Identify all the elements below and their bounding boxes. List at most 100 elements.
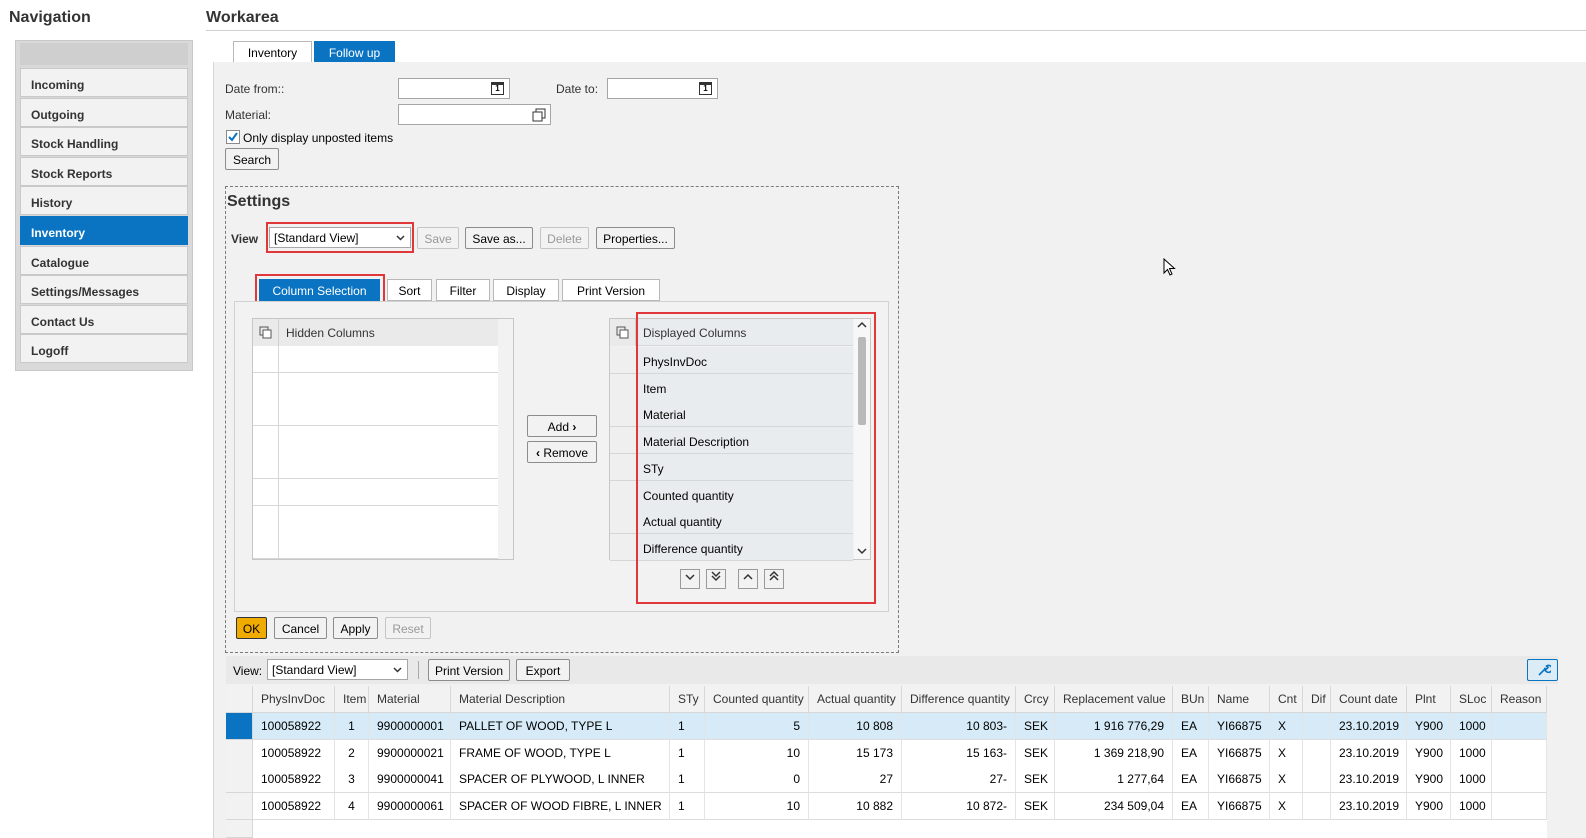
column-header[interactable]: Count date (1331, 686, 1407, 713)
hidden-column-row[interactable] (279, 479, 498, 506)
table-header-selector[interactable] (226, 686, 253, 713)
table-settings-button[interactable] (1527, 659, 1558, 681)
table-cell: 1 277,64 (1055, 766, 1173, 794)
column-header[interactable]: Name (1209, 686, 1270, 713)
table-cell (1303, 713, 1331, 740)
column-header[interactable]: Plnt (1407, 686, 1451, 713)
hidden-column-row[interactable] (279, 346, 498, 373)
date-to-label: Date to: (556, 82, 599, 96)
column-header[interactable]: STy (670, 686, 705, 713)
row-selector[interactable] (226, 739, 253, 767)
hidden-column-row[interactable] (279, 452, 498, 480)
column-header[interactable]: Reason (1492, 686, 1547, 713)
column-header[interactable]: Item (335, 686, 369, 713)
table-cell: 23.10.2019 (1331, 713, 1407, 740)
tab-follow-up[interactable]: Follow up (314, 41, 395, 63)
table-view-select[interactable]: [Standard View] (267, 659, 408, 680)
cancel-button[interactable]: Cancel (274, 617, 327, 639)
save-button[interactable]: Save (417, 227, 459, 249)
hidden-row-selector[interactable] (253, 532, 279, 560)
displayed-row-selector[interactable] (610, 347, 636, 374)
hidden-row-selector[interactable] (253, 452, 279, 480)
hidden-row-selector[interactable] (253, 505, 279, 533)
hidden-column-row[interactable] (279, 425, 498, 453)
ok-button[interactable]: OK (236, 617, 267, 639)
material-input[interactable] (398, 104, 551, 125)
hidden-column-row[interactable] (279, 532, 498, 560)
hidden-column-row[interactable] (279, 399, 498, 427)
tab-sort[interactable]: Sort (387, 279, 432, 301)
sidebar-item-contact-us[interactable]: Contact Us (20, 304, 188, 334)
print-version-button[interactable]: Print Version (428, 659, 510, 681)
sidebar-item-history[interactable]: History (20, 186, 188, 216)
table-cell (1303, 792, 1331, 820)
sidebar-item-catalogue[interactable]: Catalogue (20, 245, 188, 275)
calendar-icon[interactable]: 1 (699, 82, 712, 95)
tab-inventory[interactable]: Inventory (233, 41, 312, 63)
column-header[interactable]: Actual quantity (809, 686, 902, 713)
row-selector[interactable] (226, 792, 253, 820)
displayed-row-selector[interactable] (610, 507, 636, 535)
hidden-row-selector[interactable] (253, 399, 279, 427)
displayed-row-selector[interactable] (610, 533, 636, 561)
row-selector[interactable] (226, 820, 253, 838)
tab-print-version[interactable]: Print Version (562, 279, 660, 301)
value-help-icon[interactable] (532, 108, 546, 122)
table-cell: X (1270, 713, 1303, 740)
table-cell: 23.10.2019 (1331, 739, 1407, 767)
hidden-row-selector[interactable] (253, 479, 279, 506)
column-header[interactable]: BUn (1173, 686, 1209, 713)
table-row[interactable] (253, 820, 1547, 838)
date-to-input[interactable]: 1 (607, 78, 718, 99)
table-cell: 1 (670, 713, 705, 740)
column-header[interactable]: Counted quantity (705, 686, 809, 713)
table-cell: 1 (670, 792, 705, 820)
column-header[interactable]: Replacement value (1055, 686, 1173, 713)
column-header[interactable]: PhysInvDoc (253, 686, 335, 713)
add-button[interactable]: Add › (527, 415, 597, 437)
displayed-row-selector[interactable] (610, 480, 636, 508)
reset-button[interactable]: Reset (385, 617, 431, 639)
sidebar-item-outgoing[interactable]: Outgoing (20, 97, 188, 127)
sidebar-item-stock-reports[interactable]: Stock Reports (20, 156, 188, 186)
row-selector[interactable] (226, 766, 253, 794)
column-header[interactable]: Difference quantity (902, 686, 1016, 713)
sidebar-item-logoff[interactable]: Logoff (20, 334, 188, 364)
calendar-icon[interactable]: 1 (491, 82, 504, 95)
apply-button[interactable]: Apply (333, 617, 378, 639)
hidden-select-all[interactable] (253, 319, 279, 346)
displayed-row-selector[interactable] (610, 453, 636, 481)
displayed-select-all[interactable] (610, 319, 636, 346)
save-as-button[interactable]: Save as... (465, 227, 533, 249)
hidden-row-selector[interactable] (253, 425, 279, 453)
column-header[interactable]: Crcy (1016, 686, 1055, 713)
export-button[interactable]: Export (516, 659, 570, 681)
remove-button[interactable]: ‹ Remove (527, 441, 597, 463)
sidebar-item-stock-handling[interactable]: Stock Handling (20, 127, 188, 157)
hidden-column-row[interactable] (279, 372, 498, 400)
delete-button[interactable]: Delete (540, 227, 589, 249)
column-header[interactable]: Dif (1303, 686, 1331, 713)
displayed-row-selector[interactable] (610, 400, 636, 428)
column-header[interactable]: Material Description (451, 686, 670, 713)
properties-button[interactable]: Properties... (596, 227, 675, 249)
table-cell: 10 882 (809, 792, 902, 820)
date-from-input[interactable]: 1 (398, 78, 510, 99)
tab-filter[interactable]: Filter (436, 279, 490, 301)
only-unposted-checkbox[interactable] (226, 130, 240, 144)
hidden-column-row[interactable] (279, 505, 498, 533)
displayed-row-selector[interactable] (610, 427, 636, 455)
sidebar-item-incoming[interactable]: Incoming (20, 68, 188, 97)
row-selector[interactable] (226, 713, 253, 740)
highlight-displayed-columns (636, 312, 876, 604)
column-header[interactable]: SLoc (1451, 686, 1492, 713)
displayed-row-selector[interactable] (610, 373, 636, 401)
column-header[interactable]: Cnt (1270, 686, 1303, 713)
sidebar-item-settings-messages[interactable]: Settings/Messages (20, 275, 188, 305)
hidden-row-selector[interactable] (253, 372, 279, 400)
column-header[interactable]: Material (369, 686, 451, 713)
tab-display[interactable]: Display (493, 279, 559, 301)
hidden-row-selector[interactable] (253, 346, 279, 373)
sidebar-item-inventory[interactable]: Inventory (20, 216, 188, 245)
search-button[interactable]: Search (225, 148, 279, 170)
